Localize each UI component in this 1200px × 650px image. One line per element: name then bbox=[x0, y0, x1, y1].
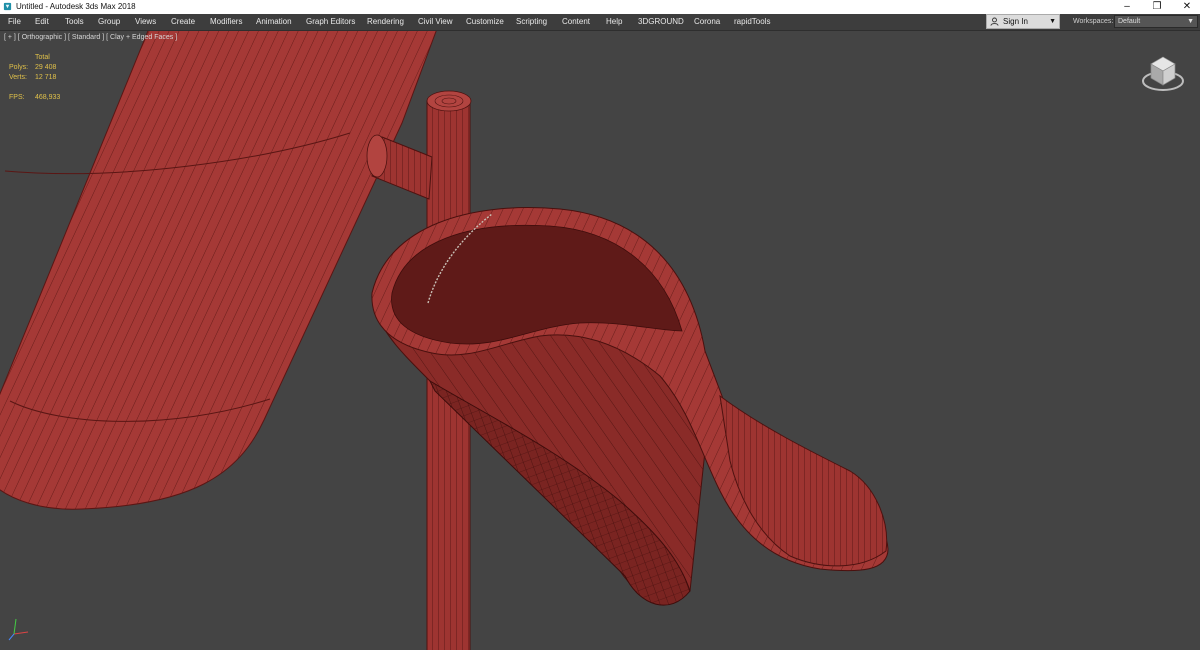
restore-button[interactable]: ❐ bbox=[1140, 0, 1174, 14]
menu-rapidtools[interactable]: rapidTools bbox=[734, 17, 770, 27]
chevron-down-icon: ▼ bbox=[1049, 18, 1056, 25]
axis-tripod-icon bbox=[8, 618, 29, 641]
menu-civil-view[interactable]: Civil View bbox=[418, 17, 453, 27]
viewport-label[interactable]: [ + ] [ Orthographic ] [ Standard ] [ Cl… bbox=[4, 33, 177, 43]
close-button[interactable]: ✕ bbox=[1170, 0, 1200, 14]
chevron-down-icon: ▼ bbox=[1187, 18, 1194, 25]
viewport-statistics: Total Polys: 29 408 Verts: 12 718 FPS: 468,… bbox=[9, 53, 89, 103]
title-bar: Untitled - Autodesk 3ds Max 2018 – ❐ ✕ bbox=[0, 0, 1200, 14]
menu-3dground[interactable]: 3DGROUND bbox=[638, 17, 684, 27]
3dsmax-app-icon bbox=[3, 2, 12, 11]
menu-scripting[interactable]: Scripting bbox=[516, 17, 547, 27]
stats-total-header: Total bbox=[35, 54, 50, 61]
stats-verts-label: Verts: bbox=[9, 74, 27, 81]
menu-corona[interactable]: Corona bbox=[694, 17, 720, 27]
menu-views[interactable]: Views bbox=[135, 17, 156, 27]
menu-create[interactable]: Create bbox=[171, 17, 195, 27]
stats-polys-value: 29 408 bbox=[35, 64, 57, 71]
menu-tools[interactable]: Tools bbox=[65, 17, 84, 27]
sign-in-label: Sign In bbox=[1003, 17, 1028, 26]
stats-fps-label: FPS: bbox=[9, 94, 25, 101]
minimize-button[interactable]: – bbox=[1110, 0, 1144, 14]
sign-in-dropdown[interactable]: Sign In ▼ bbox=[986, 14, 1060, 29]
stats-fps-value: 468,933 bbox=[35, 94, 61, 101]
perspective-viewport[interactable]: [ + ] [ Orthographic ] [ Standard ] [ Cl… bbox=[0, 31, 1200, 650]
menu-modifiers[interactable]: Modifiers bbox=[210, 17, 242, 27]
workspace-value: Default bbox=[1118, 18, 1141, 25]
menu-edit[interactable]: Edit bbox=[35, 17, 49, 27]
workspaces-select[interactable]: Default ▼ bbox=[1114, 15, 1198, 28]
stats-verts-value: 12 718 bbox=[35, 74, 57, 81]
connector-stub-mesh bbox=[366, 134, 433, 200]
menu-animation[interactable]: Animation bbox=[256, 17, 292, 27]
workspaces-label: Workspaces: bbox=[1073, 18, 1114, 25]
stats-polys-label: Polys: bbox=[9, 64, 29, 71]
menu-rendering[interactable]: Rendering bbox=[367, 17, 404, 27]
window-title: Untitled - Autodesk 3ds Max 2018 bbox=[16, 2, 136, 11]
menu-file[interactable]: File bbox=[8, 17, 21, 27]
menu-help[interactable]: Help bbox=[606, 17, 622, 27]
menu-group[interactable]: Group bbox=[98, 17, 120, 27]
viewport-scene bbox=[0, 31, 889, 650]
user-icon bbox=[990, 17, 999, 26]
menu-customize[interactable]: Customize bbox=[466, 17, 504, 27]
menu-graph-editors[interactable]: Graph Editors bbox=[306, 17, 355, 27]
menu-content[interactable]: Content bbox=[562, 17, 590, 27]
viewcube-icon[interactable] bbox=[1140, 51, 1186, 97]
